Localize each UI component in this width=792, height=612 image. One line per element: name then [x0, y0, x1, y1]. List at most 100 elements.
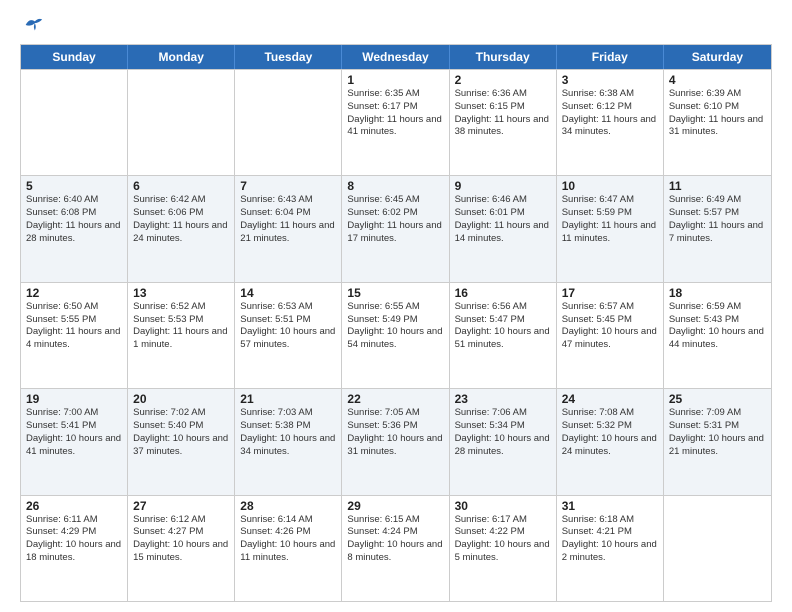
day-number: 6 — [133, 179, 229, 193]
day-number: 8 — [347, 179, 443, 193]
calendar-cell: 27Sunrise: 6:12 AMSunset: 4:27 PMDayligh… — [128, 496, 235, 601]
calendar-body: 1Sunrise: 6:35 AMSunset: 6:17 PMDaylight… — [21, 69, 771, 601]
calendar-cell: 2Sunrise: 6:36 AMSunset: 6:15 PMDaylight… — [450, 70, 557, 175]
day-info: Sunrise: 6:53 AMSunset: 5:51 PMDaylight:… — [240, 301, 336, 352]
day-number: 27 — [133, 499, 229, 513]
day-info: Sunrise: 7:00 AMSunset: 5:41 PMDaylight:… — [26, 407, 122, 458]
calendar-cell: 7Sunrise: 6:43 AMSunset: 6:04 PMDaylight… — [235, 176, 342, 281]
day-number: 4 — [669, 73, 766, 87]
day-number: 11 — [669, 179, 766, 193]
day-number: 3 — [562, 73, 658, 87]
calendar-cell: 13Sunrise: 6:52 AMSunset: 5:53 PMDayligh… — [128, 283, 235, 388]
calendar-cell: 6Sunrise: 6:42 AMSunset: 6:06 PMDaylight… — [128, 176, 235, 281]
day-info: Sunrise: 7:09 AMSunset: 5:31 PMDaylight:… — [669, 407, 766, 458]
header-day-monday: Monday — [128, 45, 235, 69]
calendar-cell: 30Sunrise: 6:17 AMSunset: 4:22 PMDayligh… — [450, 496, 557, 601]
day-info: Sunrise: 7:02 AMSunset: 5:40 PMDaylight:… — [133, 407, 229, 458]
calendar-cell: 10Sunrise: 6:47 AMSunset: 5:59 PMDayligh… — [557, 176, 664, 281]
calendar-cell — [235, 70, 342, 175]
calendar-cell: 17Sunrise: 6:57 AMSunset: 5:45 PMDayligh… — [557, 283, 664, 388]
day-info: Sunrise: 6:18 AMSunset: 4:21 PMDaylight:… — [562, 514, 658, 565]
calendar-week-3: 12Sunrise: 6:50 AMSunset: 5:55 PMDayligh… — [21, 282, 771, 388]
calendar-cell: 31Sunrise: 6:18 AMSunset: 4:21 PMDayligh… — [557, 496, 664, 601]
day-number: 19 — [26, 392, 122, 406]
day-info: Sunrise: 6:36 AMSunset: 6:15 PMDaylight:… — [455, 88, 551, 139]
day-number: 26 — [26, 499, 122, 513]
day-info: Sunrise: 7:08 AMSunset: 5:32 PMDaylight:… — [562, 407, 658, 458]
calendar-cell: 8Sunrise: 6:45 AMSunset: 6:02 PMDaylight… — [342, 176, 449, 281]
day-number: 5 — [26, 179, 122, 193]
day-number: 15 — [347, 286, 443, 300]
day-number: 18 — [669, 286, 766, 300]
header-day-tuesday: Tuesday — [235, 45, 342, 69]
day-number: 28 — [240, 499, 336, 513]
day-info: Sunrise: 6:49 AMSunset: 5:57 PMDaylight:… — [669, 194, 766, 245]
day-number: 29 — [347, 499, 443, 513]
calendar-cell: 3Sunrise: 6:38 AMSunset: 6:12 PMDaylight… — [557, 70, 664, 175]
day-info: Sunrise: 6:45 AMSunset: 6:02 PMDaylight:… — [347, 194, 443, 245]
logo — [20, 16, 44, 34]
calendar-cell: 1Sunrise: 6:35 AMSunset: 6:17 PMDaylight… — [342, 70, 449, 175]
calendar-cell: 18Sunrise: 6:59 AMSunset: 5:43 PMDayligh… — [664, 283, 771, 388]
day-number: 24 — [562, 392, 658, 406]
calendar-cell: 25Sunrise: 7:09 AMSunset: 5:31 PMDayligh… — [664, 389, 771, 494]
calendar-week-1: 1Sunrise: 6:35 AMSunset: 6:17 PMDaylight… — [21, 69, 771, 175]
calendar-cell: 26Sunrise: 6:11 AMSunset: 4:29 PMDayligh… — [21, 496, 128, 601]
calendar-cell: 16Sunrise: 6:56 AMSunset: 5:47 PMDayligh… — [450, 283, 557, 388]
calendar-cell: 24Sunrise: 7:08 AMSunset: 5:32 PMDayligh… — [557, 389, 664, 494]
calendar-cell: 12Sunrise: 6:50 AMSunset: 5:55 PMDayligh… — [21, 283, 128, 388]
calendar-cell: 20Sunrise: 7:02 AMSunset: 5:40 PMDayligh… — [128, 389, 235, 494]
page: SundayMondayTuesdayWednesdayThursdayFrid… — [0, 0, 792, 612]
calendar-cell: 4Sunrise: 6:39 AMSunset: 6:10 PMDaylight… — [664, 70, 771, 175]
calendar-cell: 19Sunrise: 7:00 AMSunset: 5:41 PMDayligh… — [21, 389, 128, 494]
day-info: Sunrise: 6:42 AMSunset: 6:06 PMDaylight:… — [133, 194, 229, 245]
calendar-week-5: 26Sunrise: 6:11 AMSunset: 4:29 PMDayligh… — [21, 495, 771, 601]
day-info: Sunrise: 6:39 AMSunset: 6:10 PMDaylight:… — [669, 88, 766, 139]
day-info: Sunrise: 6:50 AMSunset: 5:55 PMDaylight:… — [26, 301, 122, 352]
day-number: 2 — [455, 73, 551, 87]
day-number: 23 — [455, 392, 551, 406]
day-number: 9 — [455, 179, 551, 193]
calendar-cell: 14Sunrise: 6:53 AMSunset: 5:51 PMDayligh… — [235, 283, 342, 388]
day-info: Sunrise: 7:05 AMSunset: 5:36 PMDaylight:… — [347, 407, 443, 458]
day-info: Sunrise: 6:15 AMSunset: 4:24 PMDaylight:… — [347, 514, 443, 565]
calendar-header: SundayMondayTuesdayWednesdayThursdayFrid… — [21, 45, 771, 69]
day-info: Sunrise: 6:35 AMSunset: 6:17 PMDaylight:… — [347, 88, 443, 139]
day-info: Sunrise: 6:46 AMSunset: 6:01 PMDaylight:… — [455, 194, 551, 245]
calendar: SundayMondayTuesdayWednesdayThursdayFrid… — [20, 44, 772, 602]
day-info: Sunrise: 6:40 AMSunset: 6:08 PMDaylight:… — [26, 194, 122, 245]
day-number: 14 — [240, 286, 336, 300]
day-info: Sunrise: 6:52 AMSunset: 5:53 PMDaylight:… — [133, 301, 229, 352]
day-info: Sunrise: 6:17 AMSunset: 4:22 PMDaylight:… — [455, 514, 551, 565]
logo-bird-icon — [22, 14, 44, 36]
day-info: Sunrise: 6:43 AMSunset: 6:04 PMDaylight:… — [240, 194, 336, 245]
day-info: Sunrise: 6:12 AMSunset: 4:27 PMDaylight:… — [133, 514, 229, 565]
header-day-friday: Friday — [557, 45, 664, 69]
calendar-week-4: 19Sunrise: 7:00 AMSunset: 5:41 PMDayligh… — [21, 388, 771, 494]
calendar-cell: 29Sunrise: 6:15 AMSunset: 4:24 PMDayligh… — [342, 496, 449, 601]
calendar-cell: 22Sunrise: 7:05 AMSunset: 5:36 PMDayligh… — [342, 389, 449, 494]
day-info: Sunrise: 6:55 AMSunset: 5:49 PMDaylight:… — [347, 301, 443, 352]
day-number: 7 — [240, 179, 336, 193]
calendar-cell — [21, 70, 128, 175]
header-day-sunday: Sunday — [21, 45, 128, 69]
day-number: 30 — [455, 499, 551, 513]
day-info: Sunrise: 6:57 AMSunset: 5:45 PMDaylight:… — [562, 301, 658, 352]
header-day-thursday: Thursday — [450, 45, 557, 69]
calendar-cell — [664, 496, 771, 601]
day-info: Sunrise: 7:03 AMSunset: 5:38 PMDaylight:… — [240, 407, 336, 458]
day-info: Sunrise: 6:14 AMSunset: 4:26 PMDaylight:… — [240, 514, 336, 565]
day-number: 25 — [669, 392, 766, 406]
day-info: Sunrise: 6:59 AMSunset: 5:43 PMDaylight:… — [669, 301, 766, 352]
calendar-cell: 23Sunrise: 7:06 AMSunset: 5:34 PMDayligh… — [450, 389, 557, 494]
day-number: 22 — [347, 392, 443, 406]
header-day-wednesday: Wednesday — [342, 45, 449, 69]
header-day-saturday: Saturday — [664, 45, 771, 69]
day-number: 10 — [562, 179, 658, 193]
day-number: 20 — [133, 392, 229, 406]
calendar-cell: 5Sunrise: 6:40 AMSunset: 6:08 PMDaylight… — [21, 176, 128, 281]
day-number: 1 — [347, 73, 443, 87]
calendar-cell: 11Sunrise: 6:49 AMSunset: 5:57 PMDayligh… — [664, 176, 771, 281]
calendar-cell: 28Sunrise: 6:14 AMSunset: 4:26 PMDayligh… — [235, 496, 342, 601]
day-number: 16 — [455, 286, 551, 300]
